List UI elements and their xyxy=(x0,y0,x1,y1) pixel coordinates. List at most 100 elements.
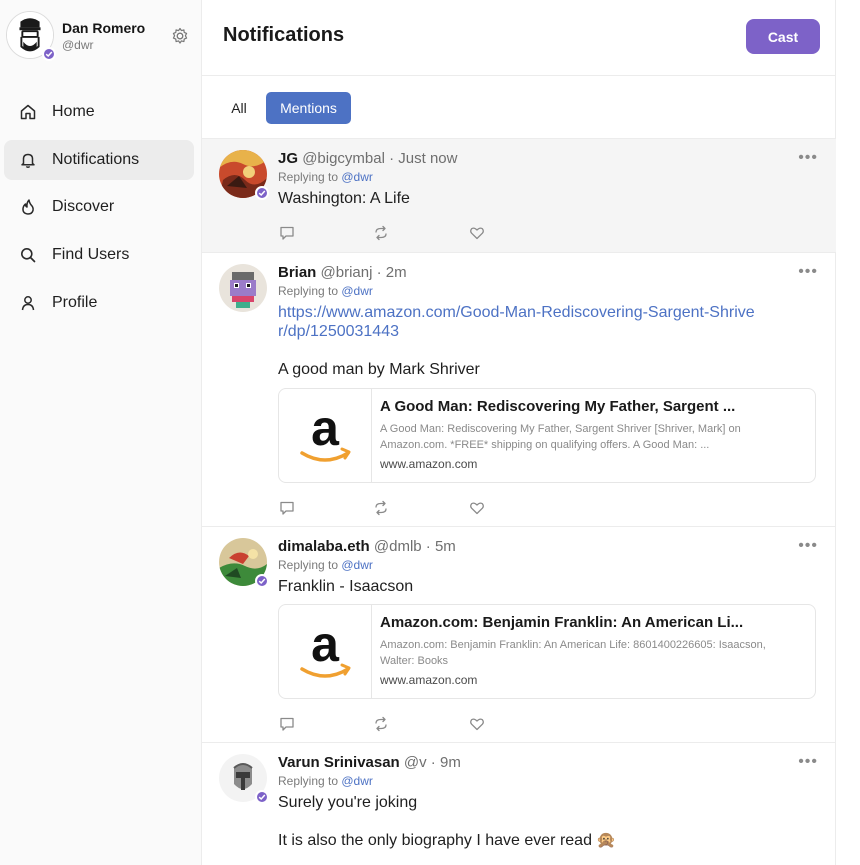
sidebar: Dan Romero @dwr Home Notifications Disco… xyxy=(0,0,202,865)
author-name[interactable]: dimalaba.eth xyxy=(278,538,370,555)
reply-mention[interactable]: @dwr xyxy=(341,284,373,298)
reply-icon[interactable] xyxy=(278,499,296,517)
preview-domain: www.amazon.com xyxy=(380,673,478,687)
author-avatar[interactable] xyxy=(219,538,269,588)
search-icon xyxy=(18,245,38,265)
amazon-logo-icon: a xyxy=(279,389,372,482)
svg-text:a: a xyxy=(311,401,340,456)
notification-item[interactable]: dimalaba.eth @dmlb · 5m Replying to @dwr… xyxy=(202,527,836,743)
post-header: JG @bigcymbal · Just now xyxy=(278,149,818,168)
tab-mentions[interactable]: Mentions xyxy=(266,92,351,124)
replying-to: Replying to @dwr xyxy=(278,283,818,299)
replying-label: Replying to xyxy=(278,284,342,298)
replying-label: Replying to xyxy=(278,170,342,184)
more-options-icon[interactable]: ••• xyxy=(798,263,818,281)
replying-label: Replying to xyxy=(278,558,342,572)
author-name[interactable]: JG xyxy=(278,150,298,167)
verified-badge-icon xyxy=(255,574,269,588)
preview-description: Amazon.com: Benjamin Franklin: An Americ… xyxy=(380,639,766,667)
post-header: Varun Srinivasan @v · 9m xyxy=(278,753,818,772)
reply-mention[interactable]: @dwr xyxy=(341,558,373,572)
preview-description: A Good Man: Rediscovering My Father, Sar… xyxy=(380,423,741,451)
sidebar-item-profile[interactable]: Profile xyxy=(4,283,194,323)
recast-icon[interactable] xyxy=(372,715,390,733)
notification-feed: JG @bigcymbal · Just now Replying to @dw… xyxy=(202,139,836,865)
post-actions xyxy=(278,715,498,733)
post-body: Brian @brianj · 2m Replying to @dwr http… xyxy=(278,263,818,379)
author-avatar[interactable] xyxy=(219,150,269,200)
sidebar-item-label: Notifications xyxy=(52,150,140,168)
replying-to: Replying to @dwr xyxy=(278,169,818,185)
post-text: Franklin - Isaacson xyxy=(278,578,414,595)
svg-text:a: a xyxy=(311,617,340,672)
preview-title: Amazon.com: Benjamin Franklin: An Americ… xyxy=(380,614,744,631)
notification-tabs: All Mentions xyxy=(202,76,836,139)
more-options-icon[interactable]: ••• xyxy=(798,537,818,555)
sidebar-item-find-users[interactable]: Find Users xyxy=(4,235,194,275)
post-time: · Just now xyxy=(384,150,458,167)
verified-badge-icon xyxy=(42,47,56,61)
notification-item[interactable]: Varun Srinivasan @v · 9m Replying to @dw… xyxy=(202,743,836,865)
author-handle[interactable]: @bigcymbal xyxy=(302,150,385,167)
verified-badge-icon xyxy=(255,186,269,200)
sidebar-item-label: Home xyxy=(52,103,95,120)
notification-item[interactable]: JG @bigcymbal · Just now Replying to @dw… xyxy=(202,139,836,253)
post-header: Brian @brianj · 2m xyxy=(278,263,818,282)
link-preview-card[interactable]: a Amazon.com: Benjamin Franklin: An Amer… xyxy=(278,604,816,699)
post-time: · 9m xyxy=(426,754,461,771)
preview-domain: www.amazon.com xyxy=(380,457,478,471)
reply-mention[interactable]: @dwr xyxy=(341,774,373,788)
header: Notifications Cast xyxy=(202,0,836,76)
page-title: Notifications xyxy=(223,24,345,46)
author-name[interactable]: Varun Srinivasan xyxy=(278,754,400,771)
user-avatar[interactable] xyxy=(6,11,56,61)
recast-icon[interactable] xyxy=(372,499,390,517)
sidebar-item-label: Discover xyxy=(52,198,115,216)
reply-icon[interactable] xyxy=(278,715,296,733)
sidebar-nav: Home Notifications Discover Find Users P… xyxy=(4,92,194,330)
author-avatar[interactable] xyxy=(219,754,269,804)
author-handle[interactable]: @brianj xyxy=(321,264,373,281)
gear-icon[interactable] xyxy=(170,26,190,46)
recast-icon[interactable] xyxy=(372,224,390,242)
more-options-icon[interactable]: ••• xyxy=(798,149,818,167)
author-name[interactable]: Brian xyxy=(278,264,316,281)
replying-to: Replying to @dwr xyxy=(278,773,818,789)
post-text: A good man by Mark Shriver xyxy=(278,361,480,378)
author-handle[interactable]: @dmlb xyxy=(374,538,422,555)
tab-all[interactable]: All xyxy=(226,92,252,124)
sidebar-item-home[interactable]: Home xyxy=(4,92,194,132)
author-handle[interactable]: @v xyxy=(404,754,427,771)
replying-to: Replying to @dwr xyxy=(278,557,818,573)
heart-icon[interactable] xyxy=(468,224,486,242)
post-header: dimalaba.eth @dmlb · 5m xyxy=(278,537,818,556)
post-actions xyxy=(278,224,498,242)
post-body: JG @bigcymbal · Just now Replying to @dw… xyxy=(278,149,818,208)
cast-button[interactable]: Cast xyxy=(746,19,820,54)
heart-icon[interactable] xyxy=(468,715,486,733)
user-name: Dan Romero xyxy=(62,20,146,36)
user-icon xyxy=(18,293,38,313)
bell-icon xyxy=(18,150,38,170)
post-text: Washington: A Life xyxy=(278,190,410,207)
notification-item[interactable]: Brian @brianj · 2m Replying to @dwr http… xyxy=(202,253,836,527)
author-avatar-image xyxy=(219,264,267,312)
heart-icon[interactable] xyxy=(468,499,486,517)
reply-icon[interactable] xyxy=(278,224,296,242)
reply-mention[interactable]: @dwr xyxy=(341,170,373,184)
post-text: Surely you're joking xyxy=(278,794,418,811)
replying-label: Replying to xyxy=(278,774,342,788)
post-time: · 5m xyxy=(421,538,456,555)
profile-header: Dan Romero @dwr xyxy=(0,0,202,76)
author-avatar[interactable] xyxy=(219,264,267,312)
sidebar-item-notifications[interactable]: Notifications xyxy=(4,139,194,180)
post-body: dimalaba.eth @dmlb · 5m Replying to @dwr… xyxy=(278,537,818,596)
post-link[interactable]: https://www.amazon.com/Good-Man-Rediscov… xyxy=(278,303,758,341)
user-handle: @dwr xyxy=(62,38,94,52)
post-time: · 2m xyxy=(372,264,407,281)
more-options-icon[interactable]: ••• xyxy=(798,753,818,771)
preview-title: A Good Man: Rediscovering My Father, Sar… xyxy=(380,398,736,415)
link-preview-card[interactable]: a A Good Man: Rediscovering My Father, S… xyxy=(278,388,816,483)
main-panel: Notifications Cast All Mentions JG @bigc… xyxy=(202,0,836,865)
sidebar-item-discover[interactable]: Discover xyxy=(4,187,194,227)
